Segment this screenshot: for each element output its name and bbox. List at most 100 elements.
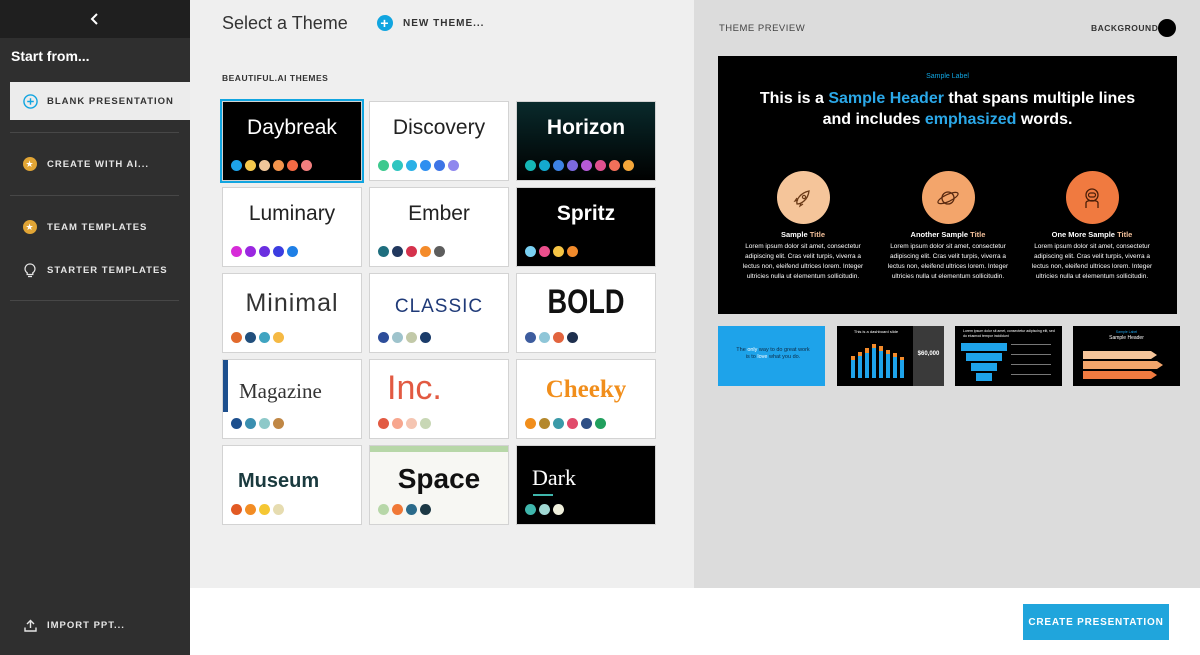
- color-swatch: [245, 246, 256, 257]
- theme-name: Museum: [238, 470, 320, 492]
- theme-card-inc[interactable]: Inc.: [369, 359, 509, 439]
- color-swatch: [581, 418, 592, 429]
- preview-thumbnail-arrows[interactable]: Sample Label Sample Header: [1073, 326, 1180, 386]
- color-swatch: [406, 332, 417, 343]
- theme-card-ember[interactable]: Ember: [369, 187, 509, 267]
- theme-card-spritz[interactable]: Spritz: [516, 187, 656, 267]
- color-swatches: [378, 418, 431, 429]
- star-icon: ★: [22, 219, 38, 235]
- lightbulb-icon: [22, 262, 38, 278]
- color-swatch: [406, 246, 417, 257]
- column-title-accent: Title: [809, 230, 826, 239]
- color-swatch: [378, 160, 389, 171]
- theme-card-dark[interactable]: Dark: [516, 445, 656, 525]
- color-swatch: [553, 332, 564, 343]
- new-theme-button[interactable]: + NEW THEME...: [377, 14, 484, 32]
- sidebar: Start from... BLANK PRESENTATION ★ CREAT…: [0, 0, 190, 655]
- color-swatch: [231, 160, 242, 171]
- color-swatch: [378, 418, 389, 429]
- footer-bar: CREATE PRESENTATION: [190, 588, 1200, 655]
- color-swatch: [378, 246, 389, 257]
- theme-card-bold[interactable]: BOLD: [516, 273, 656, 353]
- theme-name: BOLD: [547, 283, 625, 321]
- theme-name: Horizon: [546, 116, 626, 139]
- theme-name: Discovery: [392, 116, 486, 139]
- color-swatch: [273, 504, 284, 515]
- color-swatch: [525, 332, 536, 343]
- color-swatch: [539, 160, 550, 171]
- color-swatch: [392, 418, 403, 429]
- column-title-text: One More Sample: [1051, 230, 1118, 239]
- background-label: BACKGROUND: [1091, 23, 1159, 33]
- theme-card-cheeky[interactable]: Cheeky: [516, 359, 656, 439]
- preview-thumbnail-dashboard[interactable]: This is a dashboard slide $60,000: [837, 326, 944, 386]
- theme-name: Inc.: [387, 369, 442, 407]
- theme-card-space[interactable]: Space: [369, 445, 509, 525]
- color-swatch: [231, 504, 242, 515]
- column-title-text: Another Sample: [910, 230, 971, 239]
- theme-card-horizon[interactable]: Horizon: [516, 101, 656, 181]
- preview-thumbnail-quote[interactable]: The only way to do great work is to love…: [718, 326, 825, 386]
- sidebar-item-label: CREATE WITH AI...: [47, 158, 149, 170]
- sidebar-item-starter-templates[interactable]: STARTER TEMPLATES: [10, 251, 190, 289]
- quote-text: The: [736, 347, 748, 353]
- color-swatch: [623, 160, 634, 171]
- color-swatches: [378, 504, 431, 515]
- color-swatch: [567, 160, 578, 171]
- preview-thumbnail-funnel[interactable]: Lorem ipsum dolor sit amet, consectetur …: [955, 326, 1062, 386]
- color-swatches: [378, 246, 445, 257]
- theme-name: Minimal: [245, 289, 339, 317]
- color-swatch: [392, 504, 403, 515]
- preview-slide: Sample Label This is a Sample Header tha…: [718, 56, 1177, 314]
- theme-name: Space: [397, 463, 481, 494]
- theme-name: Cheeky: [545, 376, 627, 403]
- theme-card-magazine[interactable]: Magazine: [222, 359, 362, 439]
- color-swatch: [525, 504, 536, 515]
- create-presentation-button[interactable]: CREATE PRESENTATION: [1023, 604, 1169, 640]
- theme-card-discovery[interactable]: Discovery: [369, 101, 509, 181]
- header-highlight: emphasized: [924, 111, 1017, 128]
- app-window: Start from... BLANK PRESENTATION ★ CREAT…: [0, 0, 1200, 655]
- color-swatch: [525, 418, 536, 429]
- sidebar-item-blank-presentation[interactable]: BLANK PRESENTATION: [10, 82, 190, 120]
- sidebar-item-create-with-ai[interactable]: ★ CREATE WITH AI...: [10, 145, 190, 183]
- color-swatch: [406, 504, 417, 515]
- page-title: Select a Theme: [222, 13, 348, 33]
- color-swatch: [609, 160, 620, 171]
- theme-card-minimal[interactable]: Minimal: [222, 273, 362, 353]
- color-swatch: [392, 246, 403, 257]
- color-swatches: [231, 246, 298, 257]
- back-button[interactable]: [0, 0, 190, 38]
- color-swatch: [406, 160, 417, 171]
- preview-label: THEME PREVIEW: [719, 23, 806, 34]
- sidebar-item-import-ppt[interactable]: IMPORT PPT...: [10, 606, 190, 644]
- background-color-swatch[interactable]: [1158, 19, 1176, 37]
- theme-card-classic[interactable]: CLASSIC: [369, 273, 509, 353]
- divider: [10, 132, 179, 133]
- theme-name: CLASSIC: [394, 296, 484, 317]
- color-swatch: [539, 504, 550, 515]
- section-label: BEAUTIFUL.AI THEMES: [222, 73, 329, 83]
- slide-sample-label: Sample Label: [926, 73, 969, 80]
- accent-bar: [370, 446, 508, 452]
- color-swatch: [595, 418, 606, 429]
- theme-card-museum[interactable]: Museum: [222, 445, 362, 525]
- color-swatch: [448, 160, 459, 171]
- quote-highlight: only: [747, 347, 758, 353]
- theme-card-luminary[interactable]: Luminary: [222, 187, 362, 267]
- color-swatches: [378, 332, 431, 343]
- divider: [10, 195, 179, 196]
- theme-name: Dark: [532, 465, 576, 490]
- color-swatch: [406, 418, 417, 429]
- color-swatch: [553, 160, 564, 171]
- color-swatch: [301, 160, 312, 171]
- color-swatch: [595, 160, 606, 171]
- color-swatch: [245, 160, 256, 171]
- color-swatch: [273, 418, 284, 429]
- color-swatch: [525, 160, 536, 171]
- color-swatch: [567, 332, 578, 343]
- theme-card-daybreak[interactable]: Daybreak: [220, 99, 364, 183]
- color-swatches: [525, 160, 634, 171]
- sidebar-item-team-templates[interactable]: ★ TEAM TEMPLATES: [10, 208, 190, 246]
- chevron-left-icon: [90, 13, 98, 25]
